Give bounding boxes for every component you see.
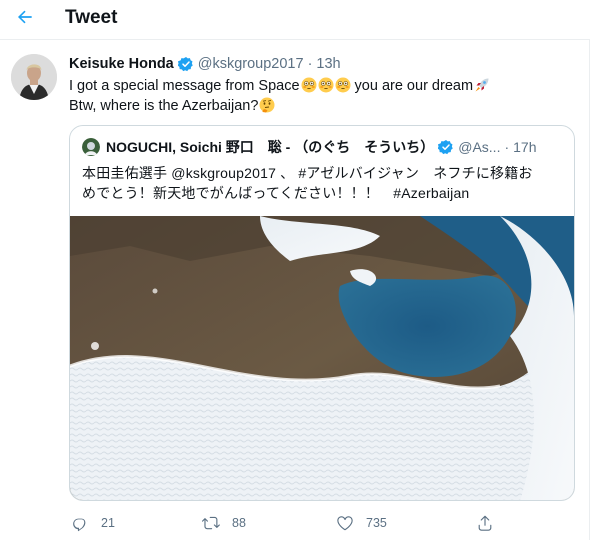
quoted-tweet-timestamp: 17h [513, 139, 537, 155]
quoted-author-name: NOGUCHI, Soichi 野口 聡 - （のぐち そういち） [106, 139, 435, 155]
satellite-photo [70, 216, 574, 500]
retweet-button[interactable]: 88 [202, 508, 246, 538]
tweet-text-line-1: I got a special message from Space you a… [69, 76, 579, 96]
tweet-text-line-2: Btw, where is the Azerbaijan? [69, 96, 579, 116]
tweet-detail-view: Tweet Keisuke Honda @kskgroup2017 · 13h … [0, 0, 590, 540]
avatar-photo [11, 54, 57, 100]
quoted-text-line-2: めでとう！新天地でがんばってください！！！ #Azerbaijan [82, 185, 470, 201]
quoted-tweet-header: NOGUCHI, Soichi 野口 聡 - （のぐち そういち） @As...… [82, 137, 568, 157]
meta-separator: · [307, 56, 313, 72]
quoted-text-line-1: 本田圭佑選手 @kskgroup2017 、 #アゼルバイジャン ネフチに移籍お [82, 165, 533, 181]
tweet-text-segment: you are our dream [350, 78, 474, 94]
page-title: Tweet [65, 7, 118, 28]
author-avatar[interactable] [11, 54, 57, 100]
thinking-face-emoji [259, 97, 275, 113]
meta-separator: · [504, 139, 510, 155]
author-handle[interactable]: @kskgroup2017 [198, 56, 304, 72]
quoted-author-handle: @As... [458, 139, 501, 155]
flushed-face-emoji [335, 77, 351, 93]
author-name[interactable]: Keisuke Honda [69, 56, 174, 72]
back-button[interactable] [12, 4, 38, 30]
quoted-author-avatar [82, 138, 100, 156]
reply-icon [73, 518, 86, 532]
tweet-action-bar: 21 88 735 [0, 508, 590, 538]
tweet-timestamp[interactable]: 13h [316, 56, 340, 72]
tweet-text: I got a special message from Space you a… [69, 76, 579, 116]
back-arrow-icon [18, 10, 32, 24]
verified-badge-icon [438, 139, 454, 155]
reply-button[interactable]: 21 [71, 508, 115, 538]
quoted-tweet-card[interactable]: NOGUCHI, Soichi 野口 聡 - （のぐち そういち） @As...… [69, 125, 575, 501]
retweet-count: 88 [232, 516, 246, 530]
quoted-tweet-photo[interactable] [70, 216, 574, 500]
page-header: Tweet [0, 0, 590, 40]
quoted-tweet-text: 本田圭佑選手 @kskgroup2017 、 #アゼルバイジャン ネフチに移籍お… [82, 163, 566, 203]
flushed-face-emoji [318, 77, 334, 93]
reply-count: 21 [101, 516, 115, 530]
like-button[interactable]: 735 [336, 508, 387, 538]
share-button[interactable] [476, 508, 494, 538]
tweet-text-segment: I got a special message from Space [69, 78, 300, 94]
like-icon [337, 516, 353, 531]
flushed-face-emoji [301, 77, 317, 93]
rocket-emoji [474, 77, 490, 93]
verified-badge-icon [177, 56, 194, 72]
like-count: 735 [366, 516, 387, 530]
share-icon [478, 515, 492, 531]
retweet-icon [202, 516, 220, 530]
tweet-author-row: Keisuke Honda @kskgroup2017 · 13h [69, 54, 341, 74]
tweet-text-segment: Btw, where is the Azerbaijan? [69, 98, 259, 114]
